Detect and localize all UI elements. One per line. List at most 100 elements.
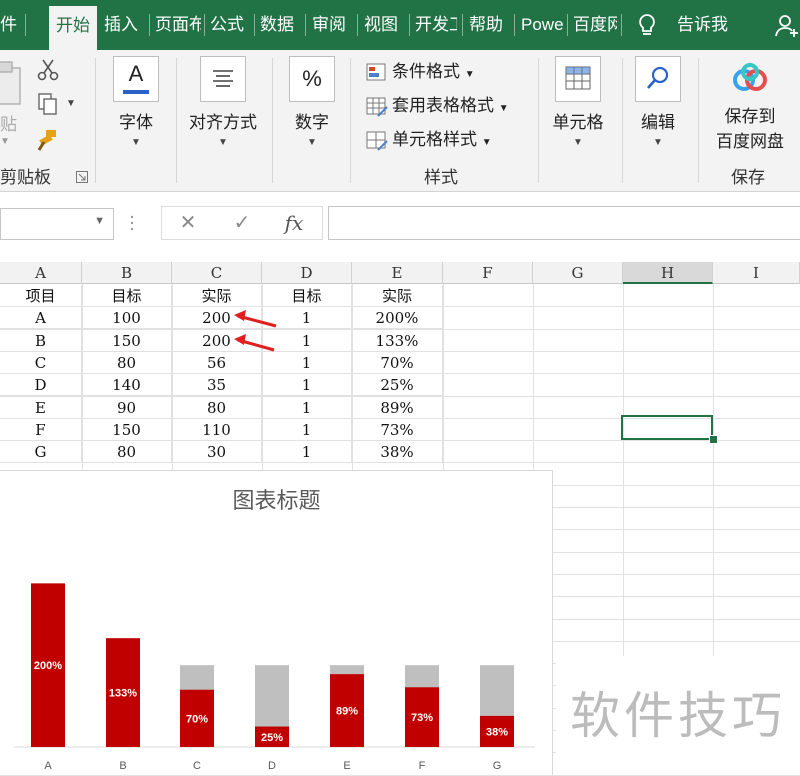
- table-cell[interactable]: A: [0, 307, 82, 330]
- table-cell[interactable]: 1: [262, 441, 352, 464]
- editing-button[interactable]: 编辑 ▼: [632, 56, 684, 148]
- tab-baidu-netdisk[interactable]: 百度网: [573, 0, 617, 50]
- table-cell[interactable]: C: [0, 351, 82, 374]
- column-header-f[interactable]: F: [443, 262, 533, 284]
- table-cell[interactable]: 1: [262, 351, 352, 374]
- table-cell[interactable]: 1: [262, 396, 352, 419]
- name-box[interactable]: ▼: [0, 208, 114, 240]
- column-header-c[interactable]: C: [172, 262, 262, 284]
- splitter-handle[interactable]: [130, 214, 134, 232]
- column-header-b[interactable]: B: [82, 262, 172, 284]
- x-tick-label[interactable]: F: [419, 760, 426, 772]
- tab-file[interactable]: 件: [0, 0, 22, 50]
- table-cell[interactable]: 1: [262, 374, 352, 397]
- scissors-icon[interactable]: [36, 58, 60, 82]
- selected-cell[interactable]: [621, 415, 713, 440]
- data-label[interactable]: 38%: [486, 726, 508, 738]
- table-cell[interactable]: 25%: [352, 374, 443, 397]
- tab-help[interactable]: 帮助: [469, 0, 509, 50]
- data-label[interactable]: 200%: [34, 660, 62, 672]
- table-cell[interactable]: 1: [262, 418, 352, 441]
- table-cell[interactable]: 80: [82, 441, 172, 464]
- format-as-table-button[interactable]: 套用表格格式 ▼: [366, 92, 509, 120]
- x-tick-label[interactable]: B: [119, 760, 126, 772]
- dialog-launcher-icon[interactable]: [76, 170, 88, 183]
- column-header-a[interactable]: A: [0, 262, 82, 284]
- table-cell[interactable]: 150: [82, 329, 172, 352]
- table-header-cell[interactable]: 项目: [0, 285, 82, 307]
- table-cell[interactable]: 140: [82, 374, 172, 397]
- copy-dropdown-caret[interactable]: ▼: [66, 98, 76, 109]
- conditional-formatting-button[interactable]: 条件格式 ▼: [366, 58, 475, 86]
- lightbulb-icon[interactable]: [637, 13, 657, 37]
- fill-handle[interactable]: [709, 435, 718, 444]
- column-header-e[interactable]: E: [352, 262, 443, 284]
- data-label[interactable]: 70%: [186, 713, 208, 725]
- tab-view[interactable]: 视图: [364, 0, 404, 50]
- paste-dropdown-caret[interactable]: ▼: [0, 136, 10, 147]
- column-header-g[interactable]: G: [533, 262, 623, 284]
- table-cell[interactable]: 100: [82, 307, 172, 330]
- x-tick-label[interactable]: G: [493, 760, 502, 772]
- tell-me-search[interactable]: 告诉我: [677, 0, 737, 50]
- table-cell[interactable]: 80: [82, 351, 172, 374]
- table-cell[interactable]: 35: [172, 374, 262, 397]
- name-box-dropdown-icon[interactable]: ▼: [94, 215, 105, 227]
- table-header-cell[interactable]: 实际: [172, 285, 262, 307]
- tab-formulas[interactable]: 公式: [210, 0, 250, 50]
- chart[interactable]: 图表标题 200% A 133% B 70% C 25% D 89% E 73% F 38% G: [0, 470, 553, 775]
- data-label[interactable]: 89%: [336, 706, 358, 718]
- table-cell[interactable]: G: [0, 441, 82, 464]
- person-add-icon[interactable]: [775, 14, 800, 38]
- column-header-h[interactable]: H: [623, 262, 713, 284]
- formula-input[interactable]: [328, 206, 800, 240]
- table-cell[interactable]: D: [0, 374, 82, 397]
- cancel-icon[interactable]: ✕: [168, 207, 208, 239]
- save-to-baidu-button[interactable]: 保存到 百度网盘: [708, 60, 792, 152]
- table-cell[interactable]: 90: [82, 396, 172, 419]
- data-label[interactable]: 25%: [261, 732, 283, 744]
- table-header-cell[interactable]: 目标: [82, 285, 172, 307]
- data-label[interactable]: 133%: [109, 688, 137, 700]
- number-button[interactable]: % 数字 ▼: [286, 56, 338, 148]
- cell-styles-button[interactable]: 单元格样式 ▼: [366, 126, 492, 154]
- table-cell[interactable]: E: [0, 396, 82, 419]
- paste-button-label[interactable]: 贴: [0, 110, 17, 135]
- data-label[interactable]: 73%: [411, 712, 433, 724]
- table-cell[interactable]: 133%: [352, 329, 443, 352]
- table-cell[interactable]: 110: [172, 418, 262, 441]
- table-cell[interactable]: 80: [172, 396, 262, 419]
- table-header-cell[interactable]: 实际: [352, 285, 443, 307]
- table-cell[interactable]: 70%: [352, 351, 443, 374]
- font-button[interactable]: A 字体 ▼: [110, 56, 162, 148]
- table-cell[interactable]: F: [0, 418, 82, 441]
- table-header-cell[interactable]: 目标: [262, 285, 352, 307]
- brush-icon[interactable]: [36, 128, 60, 152]
- x-tick-label[interactable]: C: [193, 760, 201, 772]
- table-cell[interactable]: 89%: [352, 396, 443, 419]
- cells-button[interactable]: 单元格 ▼: [548, 56, 608, 148]
- table-cell[interactable]: 38%: [352, 441, 443, 464]
- table-cell[interactable]: B: [0, 329, 82, 352]
- tab-page-layout[interactable]: 页面布: [155, 0, 201, 50]
- column-header-d[interactable]: D: [262, 262, 352, 284]
- x-tick-label[interactable]: D: [268, 760, 276, 772]
- table-cell[interactable]: 200%: [352, 307, 443, 330]
- insert-function-icon[interactable]: fx: [274, 207, 314, 239]
- x-tick-label[interactable]: A: [44, 760, 52, 772]
- enter-icon[interactable]: ✓: [222, 207, 262, 239]
- table-cell[interactable]: 30: [172, 441, 262, 464]
- table-cell[interactable]: 150: [82, 418, 172, 441]
- table-cell[interactable]: 73%: [352, 418, 443, 441]
- tab-review[interactable]: 审阅: [312, 0, 352, 50]
- tab-data[interactable]: 数据: [260, 0, 300, 50]
- tab-power-pivot[interactable]: Powe: [521, 0, 565, 50]
- paste-icon[interactable]: [0, 58, 26, 118]
- x-tick-label[interactable]: E: [343, 760, 350, 772]
- table-cell[interactable]: 56: [172, 351, 262, 374]
- tab-developer[interactable]: 开发工: [415, 0, 457, 50]
- tab-insert[interactable]: 插入: [104, 0, 144, 50]
- tab-home[interactable]: 开始: [49, 6, 97, 50]
- copy-icon[interactable]: [36, 92, 60, 116]
- alignment-button[interactable]: 对齐方式 ▼: [184, 56, 262, 148]
